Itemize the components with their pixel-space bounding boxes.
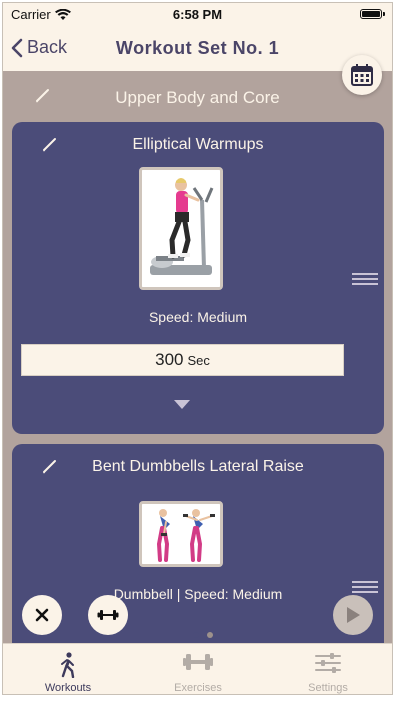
duration-value: 300 [155, 350, 184, 369]
page-dot-active [193, 632, 199, 638]
exercise-image[interactable] [139, 167, 223, 290]
calendar-button[interactable] [342, 55, 382, 95]
walking-person-icon [61, 652, 75, 678]
set-name: Upper Body and Core [115, 88, 280, 107]
play-button[interactable] [333, 595, 373, 635]
page-title: Workout Set No. 1 [115, 38, 280, 58]
close-button[interactable] [22, 595, 62, 635]
exercise-type-button[interactable] [88, 595, 128, 635]
tab-label: Settings [308, 682, 348, 694]
calendar-icon [351, 64, 373, 86]
play-icon [347, 607, 360, 623]
exercise-card[interactable]: Bent Dumbbells Lateral Raise Dumbbell | … [12, 444, 384, 643]
tab-exercises[interactable]: Exercises [133, 644, 263, 694]
elliptical-trainer-illustration [142, 170, 220, 287]
tab-settings[interactable]: Settings [263, 644, 392, 694]
tab-label: Workouts [44, 682, 92, 694]
set-header: Upper Body and Core [3, 71, 392, 121]
exercise-parameter: Dumbbell | Speed: Medium [113, 586, 283, 602]
edit-exercise-pencil-icon[interactable] [42, 136, 58, 152]
duration-unit: Sec [187, 353, 210, 368]
navigation-bar: Back Workout Set No. 1 [3, 25, 392, 71]
duration-input[interactable]: 300 Sec [21, 344, 344, 376]
sliders-icon [315, 653, 341, 673]
close-icon [35, 608, 49, 622]
exercise-parameter: Speed: Medium [148, 309, 248, 325]
lateral-raise-illustration [142, 504, 220, 564]
drag-handle-icon[interactable] [352, 273, 378, 285]
phone-screen: Carrier 6:58 PM Back Workout Set No. 1 U… [2, 2, 393, 695]
tab-workouts[interactable]: Workouts [3, 644, 133, 694]
workout-set-content[interactable]: Upper Body and Core Elliptical Warmups S… [3, 71, 392, 643]
edit-exercise-pencil-icon[interactable] [42, 458, 58, 474]
tab-label: Exercises [174, 682, 222, 694]
battery-icon [360, 9, 385, 19]
page-indicator[interactable] [193, 632, 213, 638]
exercise-title: Elliptical Warmups [132, 136, 264, 153]
status-bar: Carrier 6:58 PM [3, 3, 392, 25]
exercise-card[interactable]: Elliptical Warmups Speed: Medium 300 Sec [12, 122, 384, 434]
exercise-image[interactable] [139, 501, 223, 567]
tab-bar: Workouts Exercises Settings [3, 643, 392, 694]
expand-down-icon[interactable] [174, 400, 190, 409]
dumbbell-icon [97, 610, 119, 620]
page-dot [207, 632, 213, 638]
status-time: 6:58 PM [172, 7, 223, 22]
dumbbell-icon [183, 654, 213, 670]
exercise-title: Bent Dumbbells Lateral Raise [92, 458, 304, 475]
